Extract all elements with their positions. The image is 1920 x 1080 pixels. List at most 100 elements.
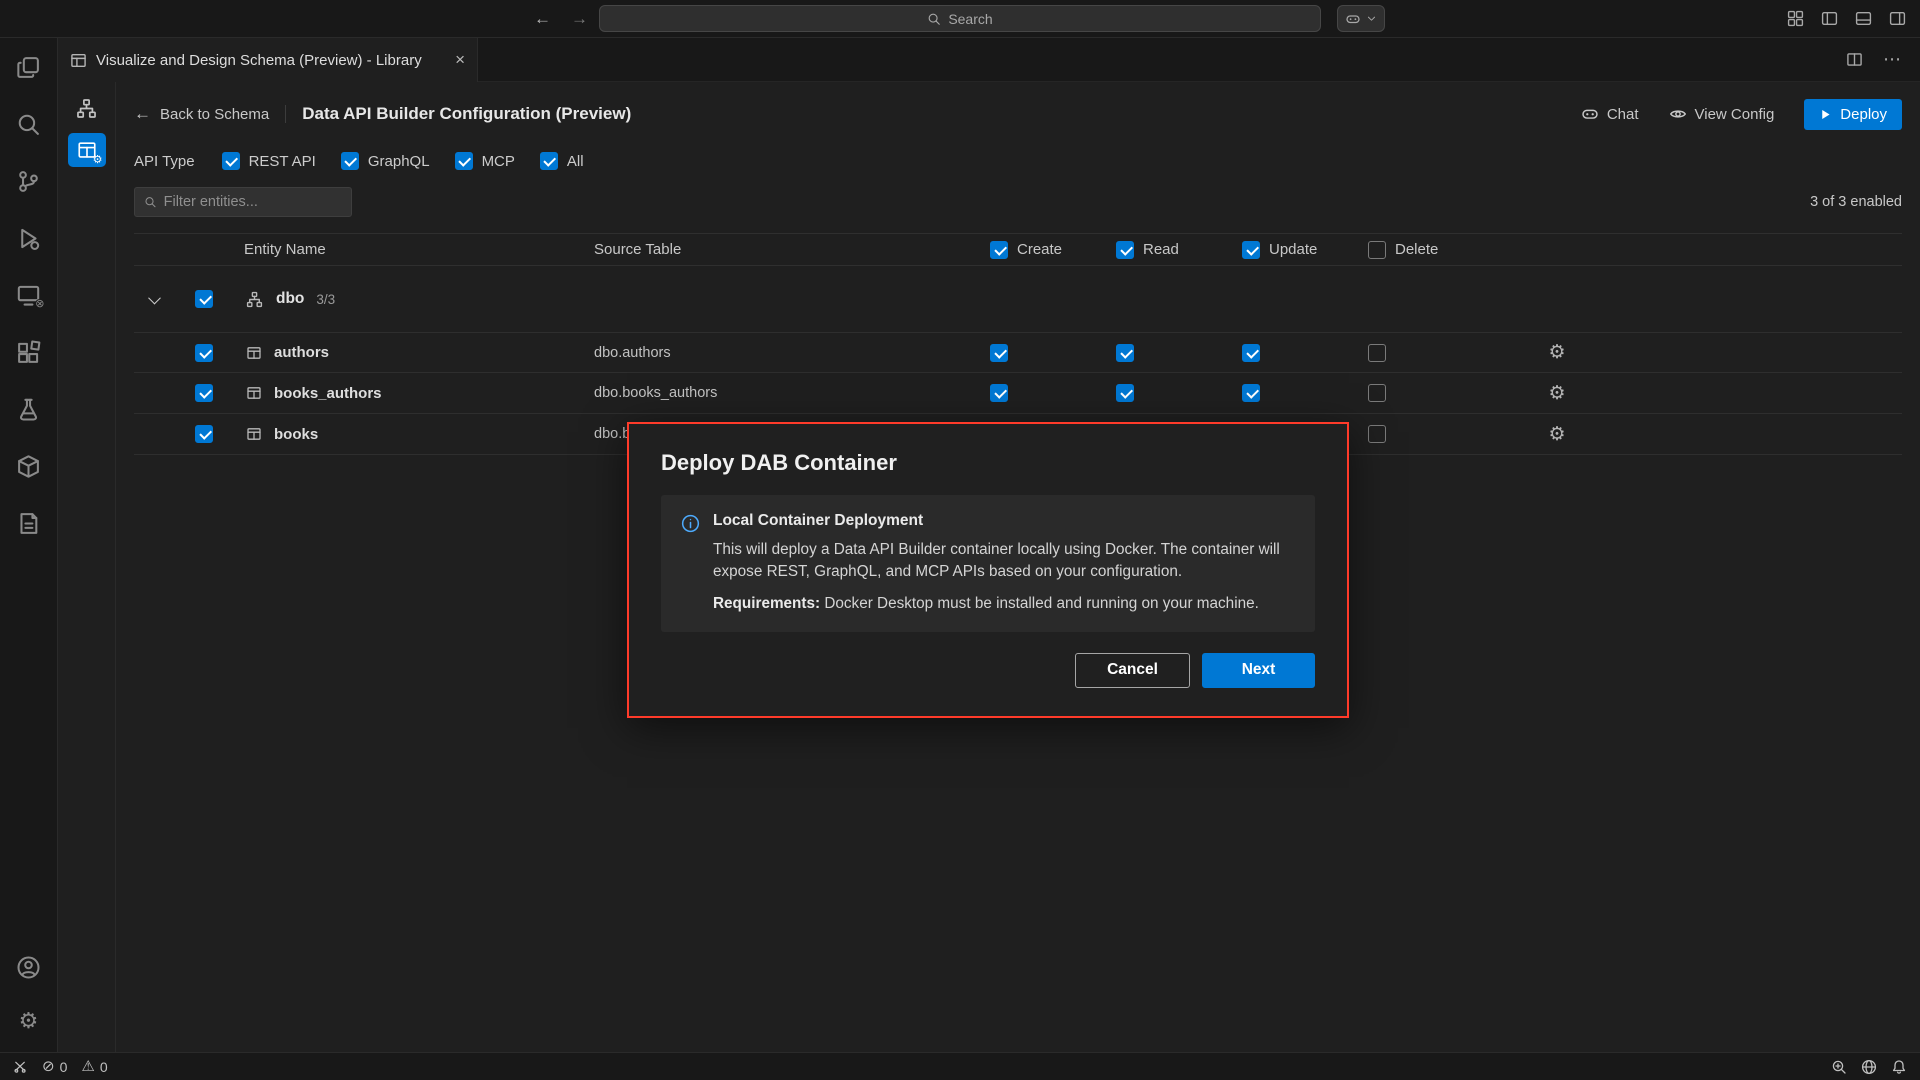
chevron-down-icon [1366, 13, 1377, 24]
api-option-all[interactable]: All [540, 152, 584, 170]
package-icon[interactable] [12, 449, 46, 483]
graphql-checkbox[interactable] [341, 152, 359, 170]
chat-copilot-icon [1581, 105, 1599, 123]
extensions-icon[interactable] [12, 335, 46, 369]
warning-icon: ⚠ [81, 1059, 94, 1074]
delete-checkbox[interactable] [1368, 384, 1386, 402]
run-debug-icon[interactable] [12, 221, 46, 255]
schema-group-row[interactable]: dbo 3/3 [134, 279, 1902, 319]
table-row-books-authors[interactable]: books_authors dbo.books_authors ⚙ [134, 373, 1902, 414]
row-select-checkbox[interactable] [195, 344, 213, 362]
account-icon[interactable] [12, 950, 46, 984]
table-header-row: Entity Name Source Table Create Read [134, 233, 1902, 266]
toggle-panel-icon[interactable] [1855, 10, 1872, 27]
group-select-checkbox[interactable] [195, 290, 213, 308]
explorer-icon[interactable] [12, 50, 46, 84]
deploy-dab-dialog: Deploy DAB Container Local Container Dep… [627, 422, 1349, 718]
back-arrow-icon[interactable]: ← [534, 9, 551, 29]
api-option-mcp[interactable]: MCP [455, 152, 515, 170]
notebook-icon[interactable] [12, 506, 46, 540]
cancel-button[interactable]: Cancel [1075, 653, 1190, 688]
problems-errors[interactable]: ⊘ 0 [42, 1059, 67, 1075]
tab-schema-icon [70, 52, 87, 69]
rest-api-checkbox[interactable] [222, 152, 240, 170]
notifications-bell-icon[interactable] [1891, 1059, 1907, 1075]
api-option-rest[interactable]: REST API [222, 152, 316, 170]
tab-close-icon[interactable]: × [455, 50, 465, 70]
warning-count: 0 [100, 1059, 108, 1075]
delete-all-checkbox[interactable] [1368, 241, 1386, 259]
row-settings-gear-icon[interactable]: ⚙ [1548, 382, 1565, 405]
dab-config-icon[interactable]: ⚙ [68, 133, 106, 167]
toggle-sidebar-left-icon[interactable] [1821, 10, 1838, 27]
history-nav: ← → [534, 9, 588, 29]
create-all-checkbox[interactable] [990, 241, 1008, 259]
chat-button[interactable]: Chat [1581, 105, 1639, 123]
table-row-authors[interactable]: authors dbo.authors ⚙ [134, 332, 1902, 373]
remote-explorer-icon[interactable]: ⊗ [12, 278, 46, 312]
delete-checkbox[interactable] [1368, 425, 1386, 443]
status-bar: ⊘ 0 ⚠ 0 [0, 1052, 1920, 1080]
forward-arrow-icon[interactable]: → [571, 9, 588, 29]
read-all-checkbox[interactable] [1116, 241, 1134, 259]
create-checkbox[interactable] [990, 344, 1008, 362]
schema-group-name: dbo [276, 290, 304, 308]
enabled-count: 3 of 3 enabled [1810, 194, 1902, 210]
all-checkbox[interactable] [540, 152, 558, 170]
settings-gear-icon[interactable]: ⚙ [12, 1004, 46, 1038]
table-icon [234, 385, 274, 401]
error-icon: ⊘ [42, 1059, 55, 1074]
disconnected-badge-icon: ⊗ [35, 299, 44, 309]
delete-checkbox[interactable] [1368, 344, 1386, 362]
collapse-chevron-icon[interactable] [148, 291, 161, 304]
zoom-icon[interactable] [1831, 1059, 1847, 1075]
view-config-button[interactable]: View Config [1669, 105, 1775, 123]
create-header: Create [990, 241, 1116, 259]
page-title: Data API Builder Configuration (Preview) [302, 104, 631, 124]
filter-row: 3 of 3 enabled [134, 187, 1902, 217]
update-all-checkbox[interactable] [1242, 241, 1260, 259]
copilot-menu-button[interactable] [1337, 5, 1385, 32]
source-table: dbo.books_authors [594, 385, 990, 401]
filter-entities-input[interactable] [134, 187, 352, 217]
tab-bar: Visualize and Design Schema (Preview) - … [58, 38, 1920, 82]
read-checkbox[interactable] [1116, 344, 1134, 362]
more-actions-icon[interactable]: ⋯ [1883, 49, 1902, 70]
search-icon [927, 12, 941, 26]
tab-visualize-design-schema[interactable]: Visualize and Design Schema (Preview) - … [58, 38, 478, 82]
header-actions: Chat View Config Deploy [1581, 99, 1902, 130]
designer-toolbar: ⚙ [58, 82, 116, 1052]
testing-icon[interactable] [12, 392, 46, 426]
customize-layout-icon[interactable] [1787, 10, 1804, 27]
browser-preview-icon[interactable] [1861, 1059, 1877, 1075]
filter-search-icon [144, 195, 157, 209]
create-checkbox[interactable] [990, 384, 1008, 402]
remote-indicator-icon[interactable] [13, 1059, 28, 1074]
split-editor-icon[interactable] [1846, 51, 1863, 68]
update-checkbox[interactable] [1242, 344, 1260, 362]
activity-bar: ⊗ ⚙ [0, 38, 58, 1052]
command-center-search[interactable]: Search [599, 5, 1321, 32]
source-control-icon[interactable] [12, 164, 46, 198]
deploy-button[interactable]: Deploy [1804, 99, 1902, 130]
row-select-checkbox[interactable] [195, 384, 213, 402]
row-settings-gear-icon[interactable]: ⚙ [1548, 423, 1565, 446]
search-sidebar-icon[interactable] [12, 107, 46, 141]
filter-entities-field[interactable] [164, 194, 342, 210]
row-settings-gear-icon[interactable]: ⚙ [1548, 341, 1565, 364]
toggle-sidebar-right-icon[interactable] [1889, 10, 1906, 27]
problems-warnings[interactable]: ⚠ 0 [81, 1059, 107, 1075]
schema-designer-icon[interactable] [68, 92, 106, 124]
back-to-schema-link[interactable]: ← Back to Schema [134, 104, 269, 124]
back-arrow-icon: ← [134, 104, 151, 124]
layout-controls [1787, 10, 1906, 27]
mcp-checkbox[interactable] [455, 152, 473, 170]
api-option-graphql[interactable]: GraphQL [341, 152, 430, 170]
next-button[interactable]: Next [1202, 653, 1315, 688]
row-select-checkbox[interactable] [195, 425, 213, 443]
dialog-title: Deploy DAB Container [661, 450, 1315, 476]
read-checkbox[interactable] [1116, 384, 1134, 402]
update-checkbox[interactable] [1242, 384, 1260, 402]
view-config-icon [1669, 105, 1687, 123]
source-table-header: Source Table [594, 241, 990, 258]
